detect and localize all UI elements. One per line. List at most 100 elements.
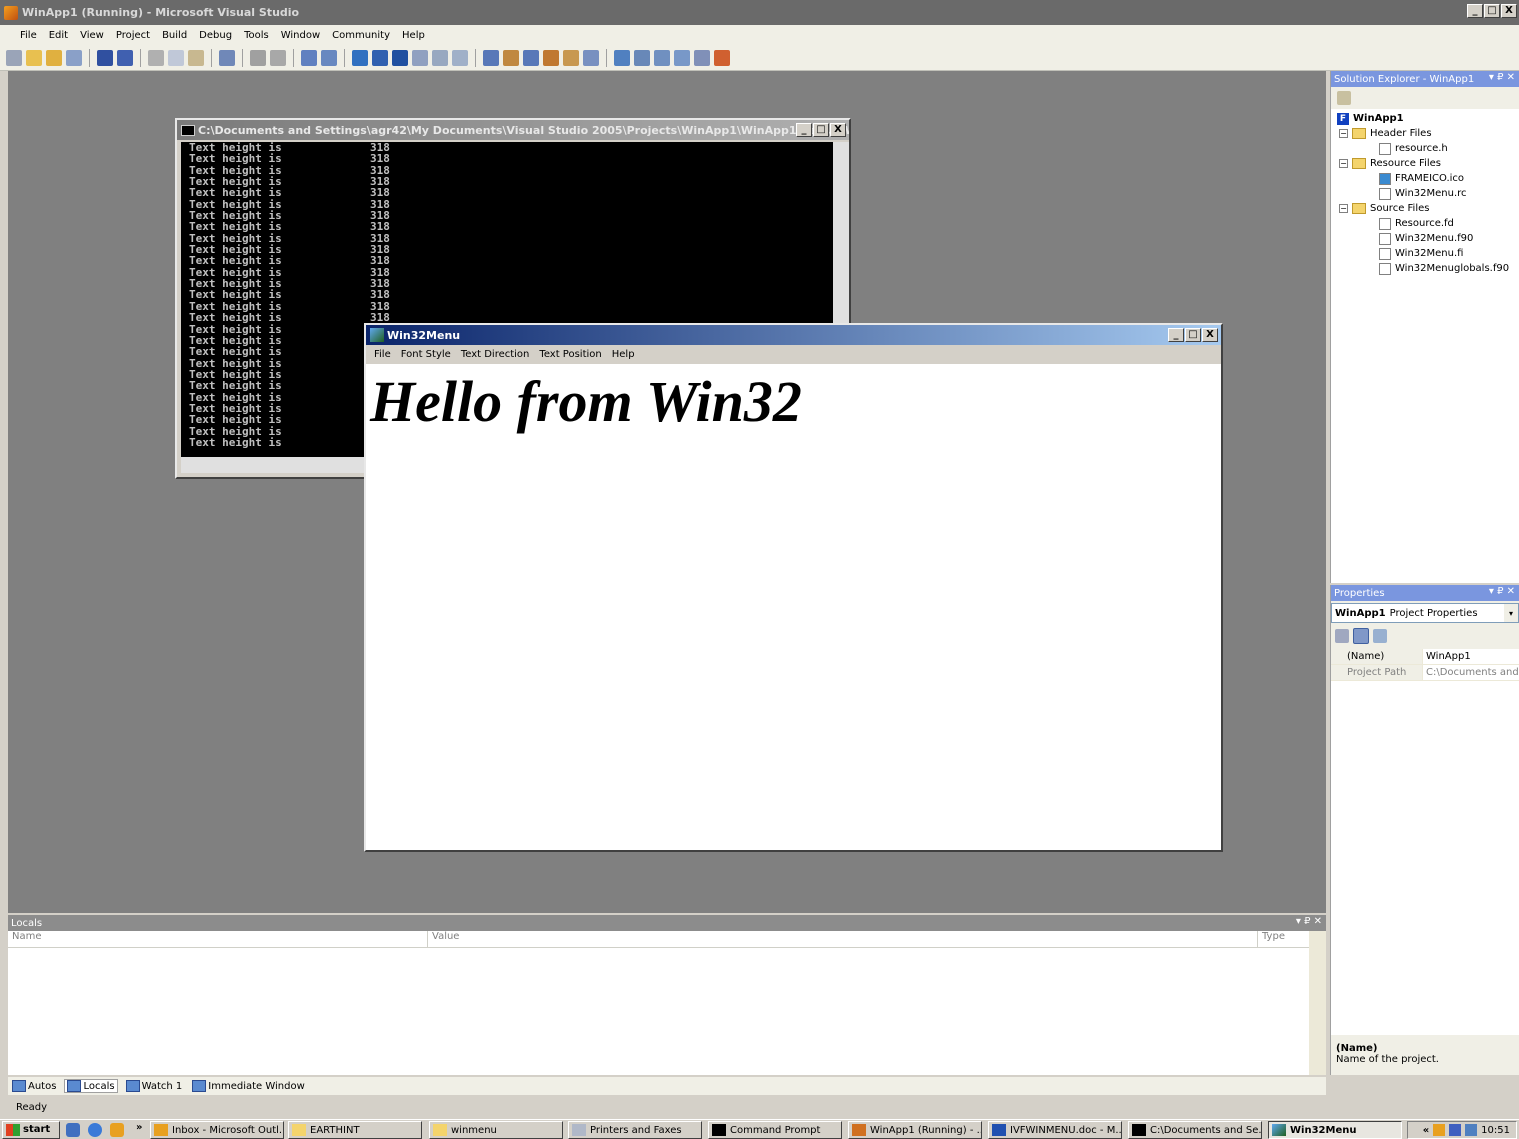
add-new-item-icon[interactable] xyxy=(66,49,82,66)
win32menu-maximize-button[interactable]: □ xyxy=(1185,328,1201,342)
output-icon[interactable] xyxy=(714,49,730,66)
menu-community[interactable]: Community xyxy=(326,30,396,41)
property-pages-icon[interactable] xyxy=(1373,629,1387,643)
menu-project[interactable]: Project xyxy=(110,30,156,41)
column-name[interactable]: Name xyxy=(8,931,428,947)
properties-icon[interactable] xyxy=(1337,91,1351,105)
breakpoints-icon[interactable] xyxy=(634,49,650,66)
quicklaunch-chevron[interactable]: » xyxy=(136,1122,142,1133)
add-item-icon[interactable] xyxy=(26,49,42,66)
taskbar-button-printers[interactable]: Printers and Faxes xyxy=(568,1121,702,1139)
new-project-icon[interactable] xyxy=(6,49,22,66)
close-button[interactable]: X xyxy=(1501,4,1517,18)
taskbar-button-visual-studio[interactable]: WinApp1 (Running) - ... xyxy=(848,1121,982,1139)
menu-view[interactable]: View xyxy=(74,30,110,41)
properties-icon[interactable] xyxy=(503,49,519,66)
stop-icon[interactable] xyxy=(392,49,408,66)
maximize-button[interactable]: □ xyxy=(1484,4,1500,18)
menu-window[interactable]: Window xyxy=(275,30,326,41)
taskbar-button-word-doc[interactable]: IVFWINMENU.doc - M... xyxy=(988,1121,1122,1139)
outlook-icon[interactable] xyxy=(110,1123,124,1137)
categorized-icon[interactable] xyxy=(1335,629,1349,643)
tray-chevron[interactable]: « xyxy=(1423,1125,1429,1136)
win32menu-close-button[interactable]: X xyxy=(1202,328,1218,342)
find-icon[interactable] xyxy=(219,49,235,66)
win32-menu-file[interactable]: File xyxy=(369,349,396,360)
property-row[interactable]: Project Path C:\Documents and S xyxy=(1331,665,1519,681)
column-value[interactable]: Value xyxy=(428,931,1258,947)
console-title-bar[interactable]: C:\Documents and Settings\agr42\My Docum… xyxy=(177,120,849,140)
outlook-tray-icon[interactable] xyxy=(1433,1124,1446,1136)
redo-icon[interactable] xyxy=(321,49,337,66)
start-button[interactable]: start xyxy=(2,1120,60,1139)
win32-menu-help[interactable]: Help xyxy=(607,349,640,360)
object-browser-icon[interactable] xyxy=(523,49,539,66)
volume-tray-icon[interactable] xyxy=(1465,1124,1478,1136)
panel-controls[interactable]: ▾ ₽ ✕ xyxy=(1296,916,1322,927)
properties-caption[interactable]: Properties ▾ ₽ ✕ xyxy=(1331,585,1519,601)
pause-icon[interactable] xyxy=(372,49,388,66)
menu-file[interactable]: File xyxy=(14,30,43,41)
console-maximize-button[interactable]: □ xyxy=(813,123,829,137)
windows-dropdown-icon[interactable] xyxy=(583,49,599,66)
tree-file-win32menu-fi[interactable]: Win32Menu.fi xyxy=(1379,246,1463,261)
menu-edit[interactable]: Edit xyxy=(43,30,74,41)
taskbar-button-win32menu[interactable]: Win32Menu xyxy=(1268,1121,1402,1139)
toolbox-icon[interactable] xyxy=(543,49,559,66)
debug-location-icon[interactable] xyxy=(614,49,630,66)
panel-controls[interactable]: ▾ ₽ ✕ xyxy=(1489,72,1515,83)
chevron-down-icon[interactable]: ▾ xyxy=(1504,604,1518,622)
tree-project[interactable]: F WinApp1 xyxy=(1337,111,1404,126)
menu-debug[interactable]: Debug xyxy=(193,30,238,41)
tree-file-resource-fd[interactable]: Resource.fd xyxy=(1379,216,1454,231)
step-out-icon[interactable] xyxy=(452,49,468,66)
locals-scrollbar[interactable] xyxy=(1309,931,1326,1075)
solution-explorer-caption[interactable]: Solution Explorer - WinApp1 ▾ ₽ ✕ xyxy=(1331,71,1519,87)
undo-icon[interactable] xyxy=(301,49,317,66)
win32menu-window[interactable]: Win32Menu _ □ X File Font Style Text Dir… xyxy=(364,323,1223,852)
start-page-icon[interactable] xyxy=(563,49,579,66)
win32-menu-text-direction[interactable]: Text Direction xyxy=(456,349,535,360)
save-all-icon[interactable] xyxy=(117,49,133,66)
win32menu-title-bar[interactable]: Win32Menu xyxy=(366,325,1221,345)
tab-autos[interactable]: Autos xyxy=(10,1080,58,1092)
win32-menu-font-style[interactable]: Font Style xyxy=(396,349,456,360)
alphabetical-icon[interactable] xyxy=(1353,628,1369,644)
network-tray-icon[interactable] xyxy=(1449,1124,1462,1136)
console-close-button[interactable]: X xyxy=(830,123,846,137)
memory-icon[interactable] xyxy=(674,49,690,66)
cut-icon[interactable] xyxy=(148,49,164,66)
registers-icon[interactable] xyxy=(694,49,710,66)
continue-icon[interactable] xyxy=(352,49,368,66)
watch-icon[interactable] xyxy=(654,49,670,66)
taskbar-button-earthint[interactable]: EARTHINT xyxy=(288,1121,422,1139)
tree-file-resource-h[interactable]: resource.h xyxy=(1379,141,1448,156)
taskbar-button-command-prompt[interactable]: Command Prompt xyxy=(708,1121,842,1139)
save-icon[interactable] xyxy=(97,49,113,66)
tab-immediate-window[interactable]: Immediate Window xyxy=(190,1080,307,1092)
collapse-icon[interactable]: − xyxy=(1339,159,1348,168)
taskbar-button-winmenu[interactable]: winmenu xyxy=(429,1121,563,1139)
show-desktop-icon[interactable] xyxy=(66,1123,80,1137)
win32-menu-text-position[interactable]: Text Position xyxy=(534,349,606,360)
tree-file-win32menu-rc[interactable]: Win32Menu.rc xyxy=(1379,186,1467,201)
uncomment-icon[interactable] xyxy=(270,49,286,66)
tree-folder-source-files[interactable]: − Source Files xyxy=(1339,201,1429,216)
win32menu-minimize-button[interactable]: _ xyxy=(1168,328,1184,342)
taskbar-button-console[interactable]: C:\Documents and Se... xyxy=(1128,1121,1262,1139)
locals-caption[interactable]: Locals ▾ ₽ ✕ xyxy=(8,915,1326,931)
step-into-icon[interactable] xyxy=(412,49,428,66)
menu-tools[interactable]: Tools xyxy=(238,30,275,41)
object-selector[interactable]: WinApp1 Project Properties ▾ xyxy=(1331,603,1519,623)
step-over-icon[interactable] xyxy=(432,49,448,66)
collapse-icon[interactable]: − xyxy=(1339,129,1348,138)
tree-file-win32menuglobals[interactable]: Win32Menuglobals.f90 xyxy=(1379,261,1509,276)
open-file-icon[interactable] xyxy=(46,49,62,66)
tree-file-frameico[interactable]: FRAMEICO.ico xyxy=(1379,171,1464,186)
collapse-icon[interactable]: − xyxy=(1339,204,1348,213)
tab-locals[interactable]: Locals xyxy=(64,1079,118,1093)
comment-icon[interactable] xyxy=(250,49,266,66)
menu-build[interactable]: Build xyxy=(156,30,193,41)
copy-icon[interactable] xyxy=(168,49,184,66)
clock[interactable]: 10:51 xyxy=(1481,1125,1510,1136)
